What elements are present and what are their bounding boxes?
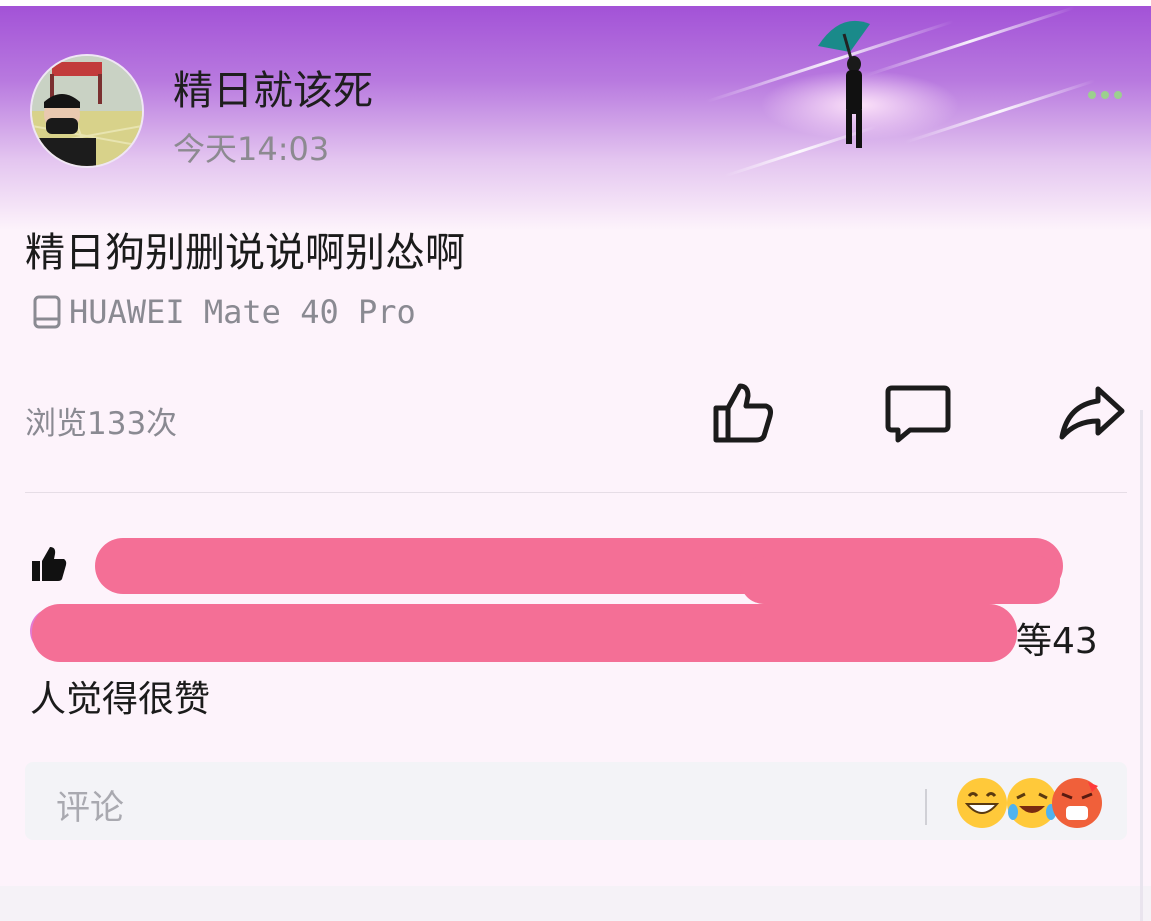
thumbs-up-filled-icon — [30, 545, 68, 583]
thumbs-up-outline-icon — [713, 383, 773, 443]
device-info: HUAWEI Mate 40 Pro — [33, 292, 416, 332]
bottom-bar — [0, 886, 1151, 921]
section-divider — [25, 492, 1127, 493]
more-options-icon[interactable] — [1088, 84, 1136, 99]
top-edge — [0, 0, 1151, 6]
view-count: 浏览133次 — [25, 406, 178, 442]
comment-bubble-icon — [885, 385, 951, 443]
comment-separator — [925, 789, 927, 825]
share-button[interactable] — [1058, 378, 1128, 448]
likes-count-text: 等43 — [1016, 621, 1098, 662]
avatar[interactable] — [30, 54, 144, 168]
grinning-face-icon[interactable] — [955, 776, 1009, 830]
umbrella-figure-icon — [818, 20, 870, 148]
redaction-mark — [32, 604, 1017, 662]
angry-face-icon[interactable] — [1050, 776, 1104, 830]
share-arrow-icon — [1059, 386, 1125, 440]
post-timestamp: 今天14:03 — [173, 130, 330, 168]
device-name: HUAWEI Mate 40 Pro — [69, 293, 416, 331]
comment-button[interactable] — [883, 378, 953, 448]
phone-icon — [33, 295, 61, 329]
post-author-name[interactable]: 精日就该死 — [173, 58, 373, 116]
scrollbar-track — [1140, 410, 1143, 921]
redaction-mark — [740, 556, 1060, 604]
like-button[interactable] — [708, 378, 778, 448]
post-content: 精日狗别删说说啊别怂啊 — [25, 230, 465, 276]
likes-summary-text: 人觉得很赞 — [30, 679, 211, 720]
comment-placeholder: 评论 — [56, 788, 124, 828]
